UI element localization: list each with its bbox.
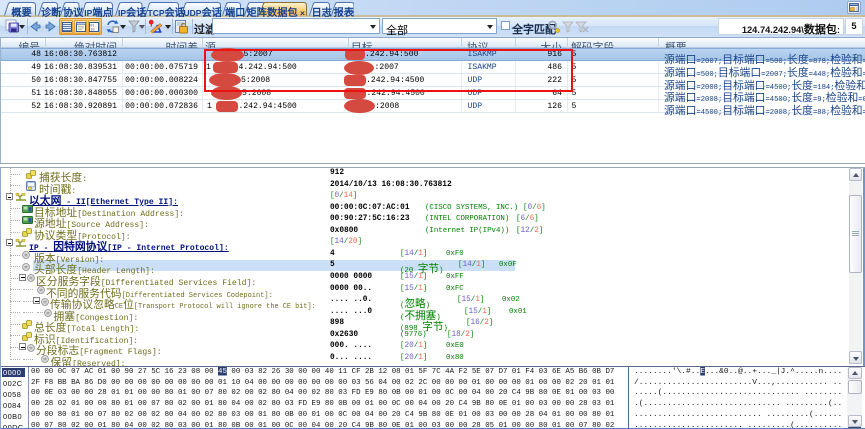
svg-text:10: 10 bbox=[90, 29, 94, 33]
